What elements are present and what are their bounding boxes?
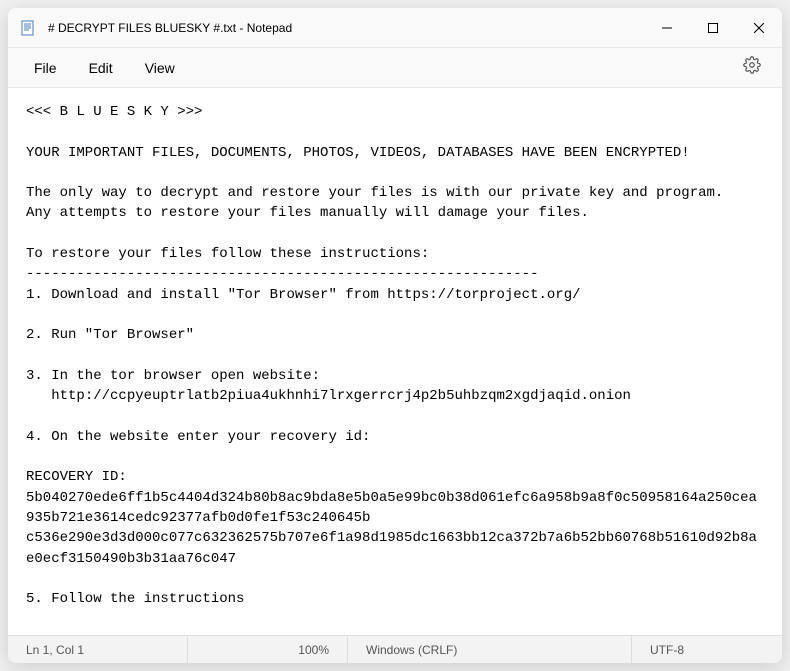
gear-icon	[743, 56, 761, 79]
window-controls	[644, 8, 782, 47]
menubar: File Edit View	[8, 48, 782, 88]
settings-button[interactable]	[734, 50, 770, 86]
menu-view[interactable]: View	[131, 54, 189, 82]
minimize-button[interactable]	[644, 8, 690, 47]
notepad-icon	[20, 20, 36, 36]
notepad-window: # DECRYPT FILES BLUESKY #.txt - Notepad …	[8, 8, 782, 663]
titlebar: # DECRYPT FILES BLUESKY #.txt - Notepad	[8, 8, 782, 48]
close-button[interactable]	[736, 8, 782, 47]
status-position: Ln 1, Col 1	[8, 636, 188, 663]
text-editor[interactable]: <<< B L U E S K Y >>> YOUR IMPORTANT FIL…	[8, 88, 782, 635]
status-encoding: UTF-8	[632, 636, 782, 663]
editor-scroll-area[interactable]: <<< B L U E S K Y >>> YOUR IMPORTANT FIL…	[8, 88, 782, 635]
maximize-button[interactable]	[690, 8, 736, 47]
statusbar: Ln 1, Col 1 100% Windows (CRLF) UTF-8	[8, 635, 782, 663]
menu-file[interactable]: File	[20, 54, 71, 82]
status-line-ending: Windows (CRLF)	[348, 636, 632, 663]
window-title: # DECRYPT FILES BLUESKY #.txt - Notepad	[48, 21, 644, 35]
status-zoom: 100%	[188, 636, 348, 663]
menu-edit[interactable]: Edit	[75, 54, 127, 82]
